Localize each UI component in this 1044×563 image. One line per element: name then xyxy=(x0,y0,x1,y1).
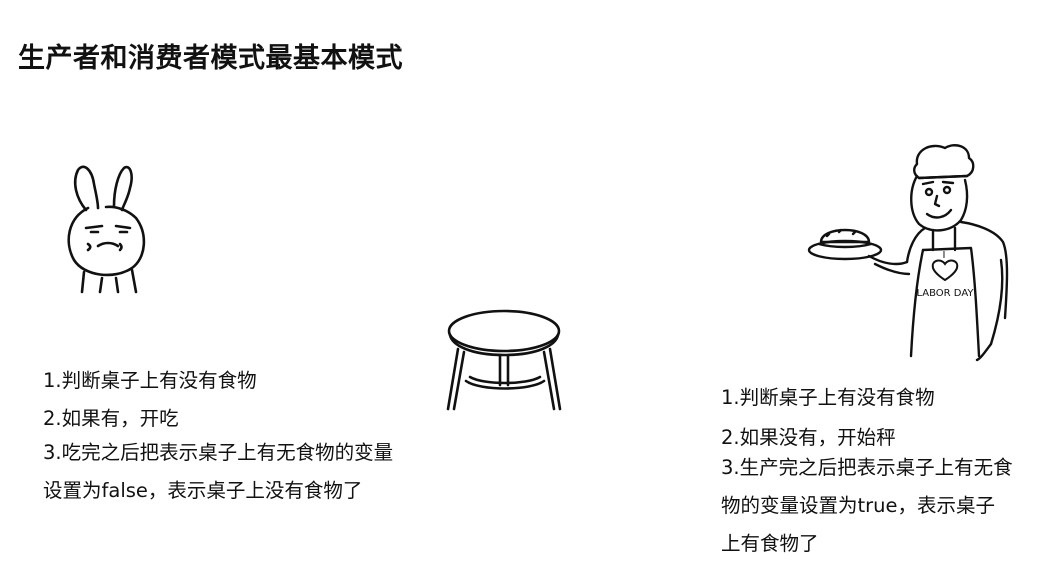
apron-line1: I xyxy=(943,250,946,261)
producer-step-3: 3.生产完之后把表示桌子上有无食物的变量设置为true，表示桌子上有食物了 xyxy=(721,456,1013,555)
apron-line2: LABOR DAY xyxy=(916,288,974,299)
producer-step-1: 1.判断桌子上有没有食物 xyxy=(721,386,935,409)
producer-step-2: 2.如果没有，开始秤 xyxy=(721,426,896,449)
producer-steps: 1.判断桌子上有没有食物 2.如果没有，开始秤 3.生产完之后把表示桌子上有无食… xyxy=(721,381,1031,555)
consumer-step-1: 1.判断桌子上有没有食物 xyxy=(43,369,257,392)
table-icon xyxy=(446,309,562,411)
consumer-step-2: 2.如果有，开吃 xyxy=(43,407,179,430)
consumer-step-3: 3.吃完之后把表示桌子上有无食物的变量设置为false，表示桌子上没有食物了 xyxy=(43,441,394,502)
chef-icon: I LABOR DAY xyxy=(807,144,1009,362)
consumer-steps: 1.判断桌子上有没有食物 2.如果有，开吃 3.吃完之后把表示桌子上有无食物的变… xyxy=(43,364,413,554)
rabbit-icon xyxy=(67,165,146,294)
page-title: 生产者和消费者模式最基本模式 xyxy=(18,43,403,74)
